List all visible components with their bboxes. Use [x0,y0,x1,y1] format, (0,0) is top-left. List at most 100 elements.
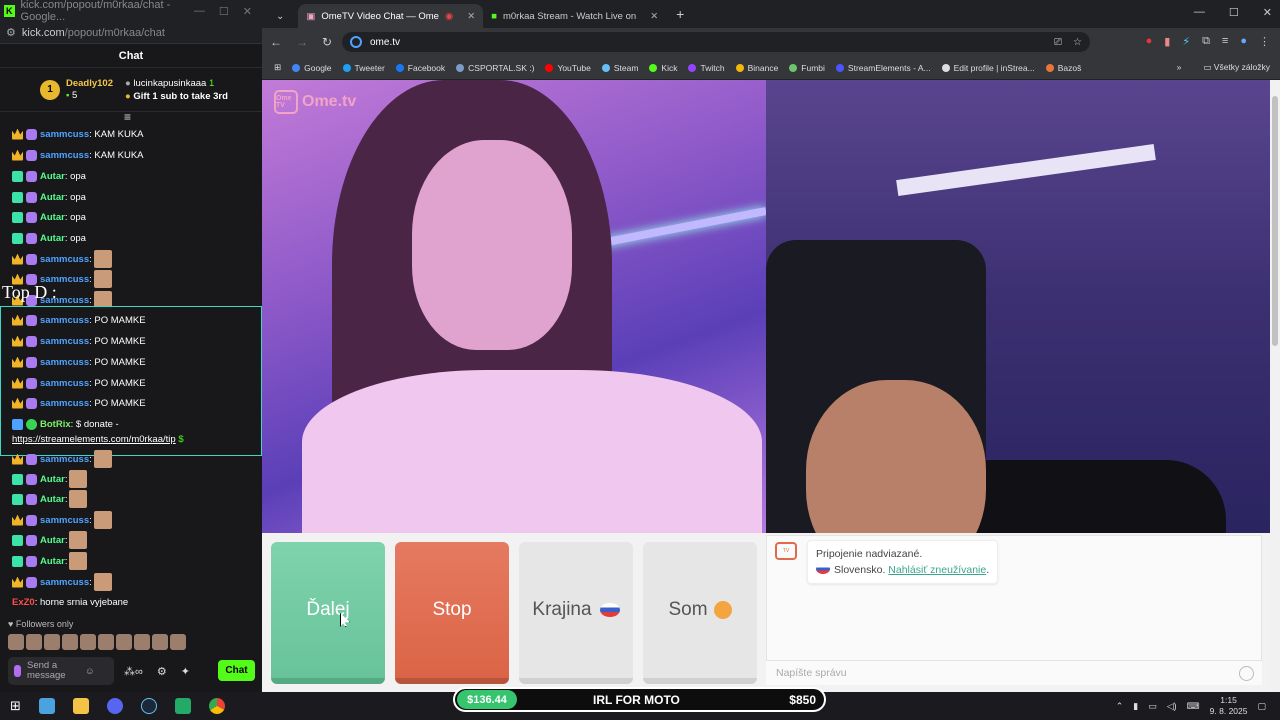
menu-icon[interactable]: ⋮ [1259,35,1270,48]
gift-sub-icon[interactable]: ⁂∞ [124,665,143,678]
stop-button[interactable]: Stop [395,542,509,684]
star-icon[interactable]: ☆ [1073,37,1082,48]
chat-username[interactable]: Autar [40,494,65,505]
tab-kick-stream[interactable]: ■ m0rkaa Stream - Watch Live on ✕ [483,4,666,28]
chat-username[interactable]: Autar [40,192,65,203]
emoji-icon[interactable] [1239,666,1254,681]
chevron-up-icon[interactable]: ⌃ [1116,701,1124,712]
clock[interactable]: 1:15 9. 8. 2025 [1210,695,1248,717]
chat-username[interactable]: Autar [40,171,65,182]
viewer-avatar[interactable] [170,634,186,650]
extensions-puzzle-icon[interactable]: ⧉ [1202,35,1210,48]
tab-ometv[interactable]: ▣ OmeTV Video Chat — Ome ◉ ✕ [298,4,484,28]
chat-username[interactable]: sammcuss [40,254,89,265]
chat-username[interactable]: sammcuss [40,357,89,368]
all-bookmarks[interactable]: » ▭ Všetky záložky [1177,62,1270,73]
profile-avatar-icon[interactable]: ● [1240,35,1247,48]
steam-icon[interactable] [140,698,157,714]
chat-username[interactable]: ExZ0 [12,597,35,608]
bookmark-tweeter[interactable]: Tweeter [342,63,385,73]
emoji-icon[interactable]: ☺ [85,666,95,677]
settings-icon[interactable]: ⚙ [157,665,167,678]
cast-icon[interactable]: ⎚ [1054,37,1062,48]
send-chat-button[interactable]: Chat [218,660,255,681]
chat-username[interactable]: Autar [40,233,65,244]
windows-start-icon[interactable]: ⊞ [10,698,21,714]
bookmark-binance[interactable]: Binance [735,63,778,73]
close-icon[interactable]: ✕ [243,5,252,18]
chat-filter-icon[interactable]: ≡ [124,110,131,124]
gifter-name[interactable]: lucinkapusinkaaa [133,78,206,89]
chat-username[interactable]: Autar [40,474,65,485]
bookmark-streamelements[interactable]: StreamElements - A... [835,63,931,73]
mic-icon[interactable] [14,665,21,677]
close-icon[interactable]: ✕ [1263,6,1272,19]
maximize-icon[interactable]: ☐ [219,5,229,18]
viewer-avatar[interactable] [116,634,132,650]
new-tab-icon[interactable]: + [676,6,684,22]
chat-username[interactable]: Autar [40,535,65,546]
chat-username[interactable]: sammcuss [40,336,89,347]
rewards-icon[interactable]: ✦ [181,665,190,678]
chat-username[interactable]: BotRix [40,419,71,430]
chat-username[interactable]: sammcuss [40,515,89,526]
viewer-avatar[interactable] [152,634,168,650]
chat-username[interactable]: sammcuss [40,150,89,161]
site-settings-icon[interactable] [350,36,362,48]
chat-username[interactable]: sammcuss [40,378,89,389]
chat-input[interactable]: Send a message ☺ [8,657,114,685]
media-control-icon[interactable]: ≡ [1222,35,1228,48]
keyboard-icon[interactable]: ⌨ [1187,701,1200,712]
chat-username[interactable]: sammcuss [40,315,89,326]
chat-username[interactable]: sammcuss [40,577,89,588]
viewer-avatar[interactable] [134,634,150,650]
ometv-message-input[interactable]: Napíšte správu [766,660,1262,685]
site-info-icon[interactable]: ⚙ [6,26,16,39]
tab-search-icon[interactable]: ⌄ [276,11,284,22]
viewer-avatar[interactable] [62,634,78,650]
network-icon[interactable]: ▭ [1148,701,1157,712]
page-scrollbar[interactable] [1270,80,1280,692]
volume-icon[interactable]: ◁) [1167,701,1177,712]
viewer-avatar[interactable] [26,634,42,650]
top-gifter-name[interactable]: Deadly102 [66,78,113,90]
viewer-avatar[interactable] [44,634,60,650]
chat-username[interactable]: Autar [40,212,65,223]
extension-translate-icon[interactable]: ⚡ [1182,35,1190,48]
bookmark-fumbi[interactable]: Fumbi [789,63,825,73]
extension-mic-icon[interactable]: ▮ [1164,35,1170,48]
tab-close-icon[interactable]: ✕ [650,11,658,22]
chat-username[interactable]: sammcuss [40,454,89,465]
chrome-icon[interactable] [208,698,225,714]
gift-cta[interactable]: Gift 1 sub to take 3rd [133,91,228,102]
bookmark-bazos[interactable]: Bazoš [1045,63,1081,73]
next-button[interactable]: Ďalej [271,542,385,684]
reload-icon[interactable]: ↻ [322,35,332,49]
bookmark-steam[interactable]: Steam [601,63,638,73]
bookmark-google[interactable]: Google [292,63,332,73]
notifications-icon[interactable]: ▢ [1257,701,1266,712]
bookmark-csportal[interactable]: CSPORTAL.SK :) [456,63,534,73]
kick-icon[interactable] [174,698,191,714]
address-bar[interactable]: ome.tv ⎚ ☆ [342,32,1090,52]
maximize-icon[interactable]: ☐ [1229,6,1239,19]
viewer-avatar[interactable] [8,634,24,650]
scrollbar-thumb[interactable] [1272,96,1278,346]
forward-icon[interactable]: → [296,35,308,49]
minimize-icon[interactable]: — [1194,6,1205,19]
file-explorer-icon[interactable] [38,698,55,714]
chat-username[interactable]: Autar [40,556,65,567]
chat-username[interactable]: sammcuss [40,129,89,140]
chevron-right-icon[interactable]: » [1177,62,1182,72]
bookmark-kick[interactable]: Kick [649,63,677,73]
discord-icon[interactable] [106,698,123,714]
back-icon[interactable]: ← [270,35,282,49]
mic-icon[interactable]: ▮ [1133,701,1138,712]
chat-username[interactable]: sammcuss [40,398,89,409]
bookmark-facebook[interactable]: Facebook [395,63,445,73]
minimize-icon[interactable]: — [194,5,205,18]
extension-red-icon[interactable]: ● [1146,35,1153,48]
viewer-avatar[interactable] [98,634,114,650]
tab-close-icon[interactable]: ✕ [467,11,475,22]
bookmark-instream[interactable]: Edit profile | inStrea... [941,63,1035,73]
